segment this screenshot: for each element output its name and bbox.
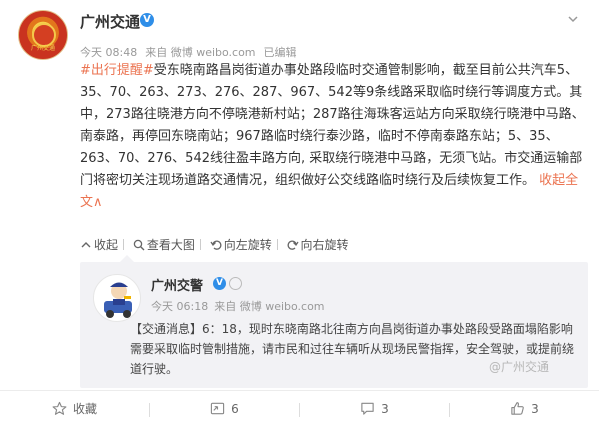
repost-source[interactable]: 来自 微博 weibo.com [214, 300, 324, 313]
favorite-button[interactable]: 收藏 [0, 391, 149, 427]
rotate-right-icon [287, 240, 299, 250]
post-source[interactable]: 来自 微博 weibo.com [145, 46, 255, 59]
repost-meta: 今天 06:18 来自 微博 weibo.com [151, 298, 331, 314]
rotate-left-icon [210, 240, 222, 250]
post-time[interactable]: 今天 08:48 [80, 46, 137, 59]
view-large-image-button[interactable]: 查看大图 [133, 236, 195, 253]
comment-icon [361, 402, 374, 415]
avatar-logo-text: 广州交通 [30, 45, 55, 52]
chevron-down-icon[interactable] [567, 13, 579, 25]
image-actions: 收起 查看大图 向左旋转 向右旋转 [80, 236, 354, 253]
post-body: #出行提醒#受东晓南路昌岗街道办事处路段临时交通管制影响，截至目前公共汽车5、3… [80, 60, 585, 214]
collapse-button[interactable]: 收起 [80, 236, 118, 253]
member-badge-icon [229, 277, 242, 290]
repost-caret [120, 255, 134, 262]
like-button[interactable]: 3 [450, 391, 599, 427]
divider [123, 239, 125, 250]
post-text: 受东晓南路昌岗街道办事处路段临时交通管制影响，截至目前公共汽车5、35、70、2… [80, 63, 585, 188]
user-name[interactable]: 广州交通 [80, 11, 140, 32]
divider [199, 239, 201, 250]
rotate-left-button[interactable]: 向左旋转 [210, 236, 272, 253]
verified-icon: V [213, 277, 226, 290]
rotate-right-button[interactable]: 向右旋转 [287, 236, 349, 253]
post-meta: 今天 08:48 来自 微博 weibo.com 已编辑 [80, 44, 305, 60]
thumbs-up-icon [511, 402, 524, 415]
edited-label: 已编辑 [263, 46, 297, 59]
avatar[interactable]: 广州交通 [18, 10, 68, 60]
divider [276, 239, 278, 250]
star-icon [52, 401, 67, 415]
repost-button[interactable]: 6 [150, 391, 299, 427]
repost-time[interactable]: 今天 06:18 [151, 300, 208, 313]
weibo-post-card: 广州交通 广州交通 V 今天 08:48 来自 微博 weibo.com 已编辑 #… [0, 0, 599, 427]
post-footer: 收藏 6 3 3 [0, 390, 599, 427]
search-icon [133, 239, 145, 251]
topic-link[interactable]: #出行提醒# [80, 63, 154, 78]
comment-button[interactable]: 3 [300, 391, 449, 427]
repost-user-name[interactable]: 广州交警 [151, 275, 203, 294]
verified-icon: V [140, 13, 154, 27]
police-mascot-icon [104, 282, 132, 318]
repost-avatar[interactable] [93, 274, 141, 322]
collapse-icon [81, 242, 91, 248]
repost-icon [211, 402, 225, 415]
watermark: @广州交通 [489, 360, 550, 374]
